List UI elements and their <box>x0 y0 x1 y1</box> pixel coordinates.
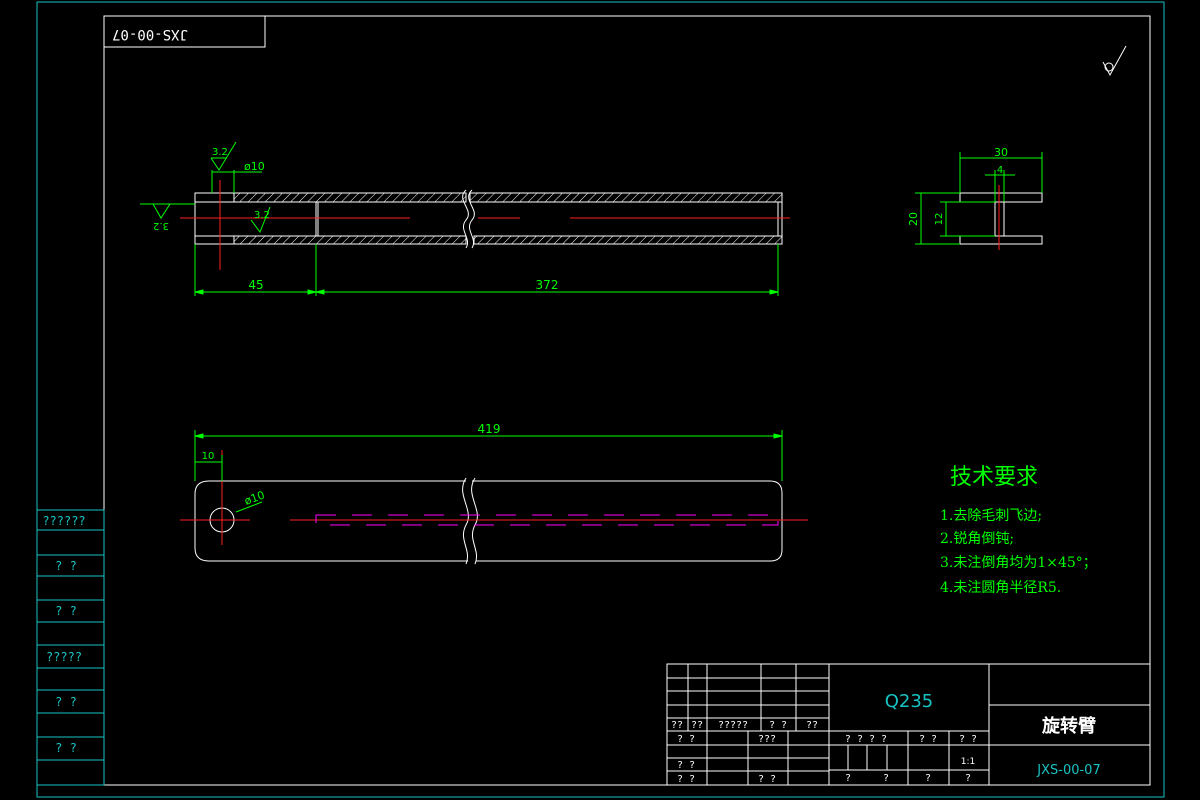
dim-len-372: 372 <box>536 278 559 292</box>
side-view <box>959 185 1043 250</box>
dim-hole-dia: ø10 <box>243 489 267 508</box>
dim-rough-mid: 3.2 <box>254 210 270 221</box>
roughness-symbol-icon <box>1102 45 1127 77</box>
dim-side-4: 4 <box>997 165 1003 176</box>
part-name: 旋转臂 <box>1041 715 1096 737</box>
sign-cell: ??? <box>758 734 776 745</box>
tech-item: 1.去除毛刺飞边; <box>940 508 1042 524</box>
scale-label: 1:1 <box>961 757 975 767</box>
plan-view <box>180 450 808 565</box>
bottom-row-label: ? <box>883 773 889 784</box>
tech-item: 4.未注圆角半径R5. <box>940 580 1061 596</box>
tech-item: 2.锐角倒钝; <box>940 531 1014 547</box>
drawing-number: JXS-00-07 <box>1036 763 1100 778</box>
dim-len-10: 10 <box>202 451 215 462</box>
plan-view-dimensions <box>194 430 783 513</box>
sign-cell: ?? <box>691 720 703 731</box>
bottom-row-label: ? <box>965 773 971 784</box>
side-view-dimensions <box>915 152 1043 245</box>
sign-cell: ????? <box>718 720 748 731</box>
dim-len-419: 419 <box>478 422 501 436</box>
corner-label: JXS-00-07 <box>112 26 188 42</box>
tech-item: 3.未注倒角均为1×45°； <box>940 555 1097 571</box>
bottom-row-label: ? <box>925 773 931 784</box>
sign-cell: ?? <box>806 720 818 731</box>
sign-cell: ? ? <box>677 734 695 745</box>
bottom-row-label: ? <box>845 773 851 784</box>
corner-label-box: JXS-00-07 <box>103 15 266 48</box>
left-strip-cell: ????? <box>46 650 82 664</box>
sign-cell: ? ? <box>769 720 787 731</box>
dim-top-dia: ø10 <box>244 160 265 173</box>
front-view-dimensions <box>140 141 779 296</box>
left-strip-cell: ? ? <box>55 604 77 618</box>
outer-border <box>36 1 1165 798</box>
dim-side-20: 20 <box>907 212 920 226</box>
mid-row-label: ? ? ? ? <box>845 734 887 745</box>
cad-drawing: JXS-00-07 ?????? ? ? ? ? ????? ? ? ? ? ø… <box>36 1 1165 798</box>
dim-rough-left: 3.2 <box>153 220 169 231</box>
inner-border <box>103 15 1151 786</box>
dim-rough-top: 3.2 <box>212 147 228 158</box>
sign-cell: ? ? <box>758 774 776 785</box>
tech-title: 技术要求 <box>950 465 1038 490</box>
left-strip-cell: ? ? <box>55 559 77 573</box>
left-strip: ?????? ? ? ? ? ????? ? ? ? ? <box>36 509 105 786</box>
sign-cell: ? ? <box>677 774 695 785</box>
dim-len-45: 45 <box>248 278 263 292</box>
material-label: Q235 <box>885 691 934 712</box>
mid-row-label: ? ? <box>919 734 937 745</box>
left-strip-cell: ?????? <box>42 514 85 528</box>
dim-side-12: 12 <box>934 213 945 226</box>
front-section-view <box>180 180 790 270</box>
tech-requirements: 技术要求 1.去除毛刺飞边; 2.锐角倒钝; 3.未注倒角均为1×45°； 4.… <box>940 465 1097 596</box>
left-strip-cell: ? ? <box>55 695 77 709</box>
mid-row-label: ? ? <box>959 734 977 745</box>
sign-cell: ?? <box>671 720 683 731</box>
dim-side-30: 30 <box>994 146 1008 159</box>
left-strip-cell: ? ? <box>55 741 77 755</box>
sign-cell: ? ? <box>677 760 695 771</box>
